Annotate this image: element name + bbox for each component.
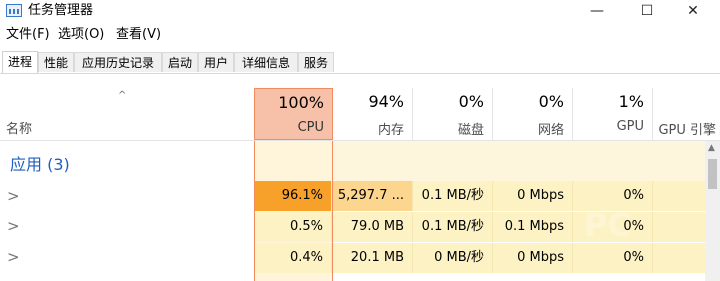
tab-processes[interactable]: 进程 <box>2 51 38 73</box>
cell-network: 0.1 Mbps <box>493 212 573 242</box>
sort-indicator-icon: ^ <box>118 90 127 101</box>
apps-group-header[interactable]: 应用 (3) <box>0 141 720 181</box>
cell-cpu: 96.1% <box>255 181 332 211</box>
memory-total: 94% <box>368 92 404 111</box>
cell-network: 0 Mbps <box>493 243 573 273</box>
maximize-button[interactable]: ☐ <box>624 0 670 22</box>
title-bar: 任务管理器 — ☐ ✕ <box>0 0 720 22</box>
cell-cpu: 0.5% <box>255 212 332 242</box>
cpu-total: 100% <box>278 93 324 112</box>
expand-chevron-icon[interactable]: > <box>7 248 20 266</box>
close-button[interactable]: ✕ <box>670 0 716 22</box>
menu-options[interactable]: 选项(O) <box>58 27 104 43</box>
cpu-label: CPU <box>297 120 324 135</box>
cell-disk: 0.1 MB/秒 <box>413 181 493 211</box>
task-manager-icon <box>6 4 22 17</box>
scroll-up-icon[interactable]: ▲ <box>708 143 715 153</box>
menu-file[interactable]: 文件(F) <box>6 27 50 43</box>
tab-bar: 进程 性能 应用历史记录 启动 用户 详细信息 服务 <box>0 50 720 74</box>
tab-performance[interactable]: 性能 <box>38 52 74 72</box>
scrollbar-thumb[interactable] <box>708 159 717 189</box>
gpu-label: GPU <box>616 119 644 134</box>
group-band <box>333 141 705 181</box>
cell-cpu: 0.4% <box>255 243 332 273</box>
memory-label: 内存 <box>377 123 404 138</box>
cell-memory: 5,297.7 ... <box>333 181 413 211</box>
tab-details[interactable]: 详细信息 <box>234 52 298 72</box>
apps-group-label: 应用 (3) <box>10 155 70 174</box>
column-name[interactable]: 名称 <box>6 118 32 137</box>
menu-view[interactable]: 查看(V) <box>116 27 161 43</box>
minimize-button[interactable]: — <box>574 0 620 22</box>
expand-chevron-icon[interactable]: > <box>7 217 20 235</box>
column-memory[interactable]: 94% 内存 <box>333 88 413 140</box>
disk-label: 磁盘 <box>457 123 484 138</box>
tab-startup[interactable]: 启动 <box>162 52 198 72</box>
gpu-total: 1% <box>618 92 644 111</box>
tab-users[interactable]: 用户 <box>198 52 234 72</box>
menu-bar: 文件(F) 选项(O) 查看(V) <box>0 24 720 46</box>
cell-memory: 79.0 MB <box>333 212 413 242</box>
column-disk[interactable]: 0% 磁盘 <box>413 88 493 140</box>
watermark-logo: PC <box>584 206 631 244</box>
network-total: 0% <box>538 92 564 111</box>
tab-services[interactable]: 服务 <box>298 52 334 72</box>
window-title: 任务管理器 <box>28 3 94 18</box>
column-gpu[interactable]: 1% GPU <box>573 88 653 140</box>
cell-disk: 0.1 MB/秒 <box>413 212 493 242</box>
disk-total: 0% <box>458 92 484 111</box>
column-network[interactable]: 0% 网络 <box>493 88 573 140</box>
cell-network: 0 Mbps <box>493 181 573 211</box>
tab-app-history[interactable]: 应用历史记录 <box>74 52 162 72</box>
column-header: ^ 名称 100% CPU 94% 内存 0% 磁盘 0% 网络 1% GPU … <box>0 88 720 141</box>
network-label: 网络 <box>537 123 564 138</box>
gpu-engine-label: GPU 引擎 <box>658 123 716 138</box>
cell-memory: 20.1 MB <box>333 243 413 273</box>
vertical-scrollbar[interactable]: ▲ <box>705 141 720 281</box>
cell-disk: 0 MB/秒 <box>413 243 493 273</box>
column-cpu[interactable]: 100% CPU <box>254 88 333 140</box>
expand-chevron-icon[interactable]: > <box>7 187 20 205</box>
column-gpu-engine[interactable]: GPU 引擎 <box>653 88 720 140</box>
